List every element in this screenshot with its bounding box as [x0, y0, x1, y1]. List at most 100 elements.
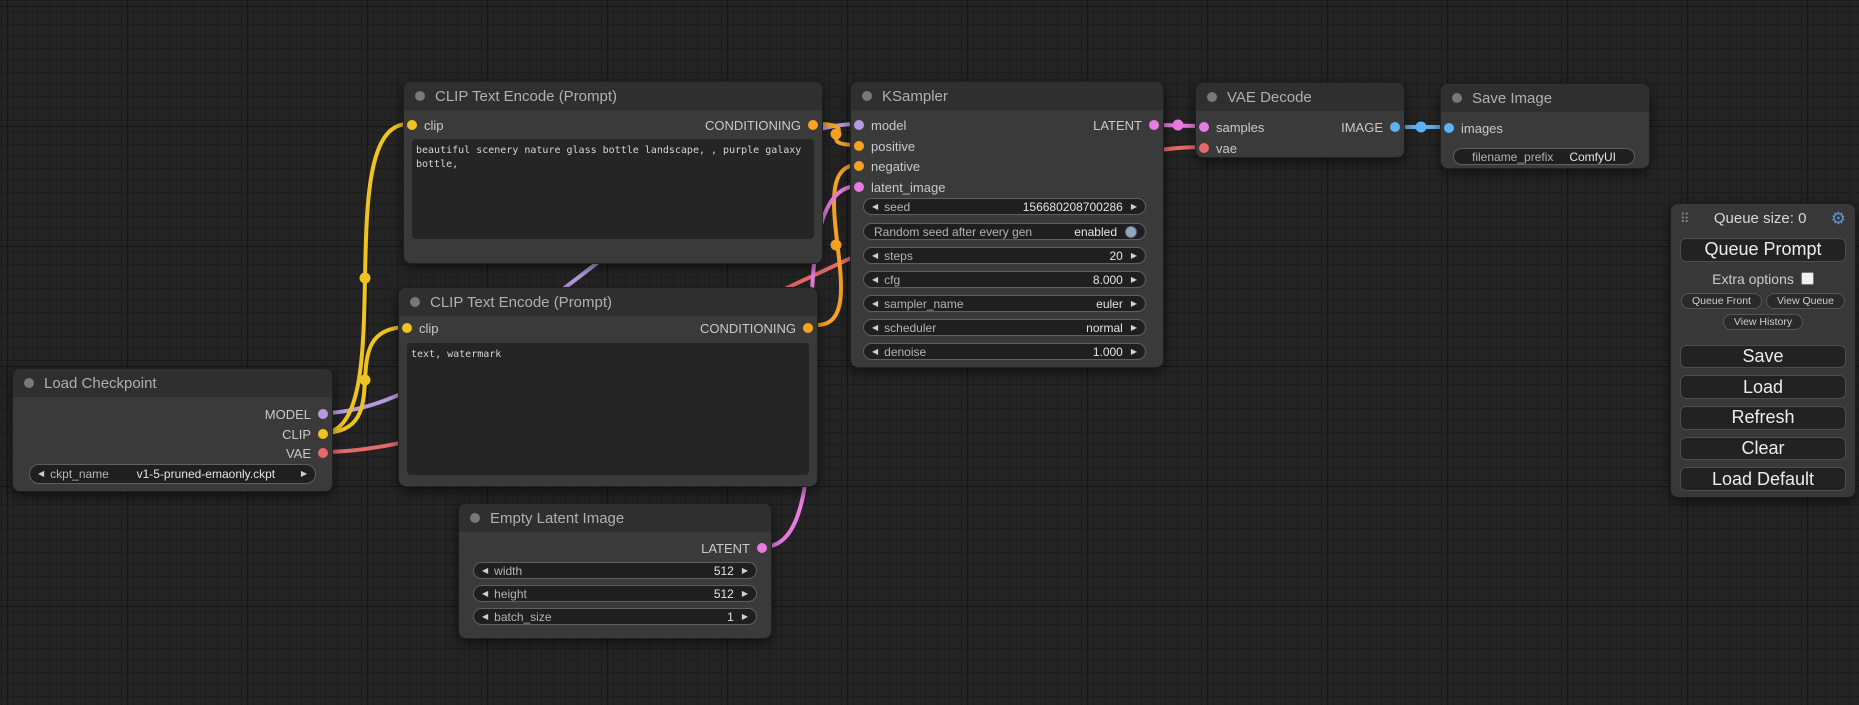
increment-arrow-icon[interactable]: ▶: [742, 590, 748, 598]
widget-value[interactable]: 512: [528, 564, 734, 578]
vae-port-icon[interactable]: [1199, 143, 1209, 153]
queue-prompt-button[interactable]: Queue Prompt: [1680, 238, 1846, 262]
widget-value[interactable]: 1: [558, 610, 734, 624]
steps-widget[interactable]: ◀ steps 20 ▶: [863, 247, 1146, 264]
collapse-dot-icon[interactable]: [415, 91, 425, 101]
increment-arrow-icon[interactable]: ▶: [1131, 276, 1137, 284]
clip-port-icon[interactable]: [318, 429, 328, 439]
gear-icon[interactable]: ⚙: [1831, 210, 1846, 227]
decrement-arrow-icon[interactable]: ◀: [872, 276, 878, 284]
increment-arrow-icon[interactable]: ▶: [742, 613, 748, 621]
ckpt-name-widget[interactable]: ◀ ckpt_name v1-5-pruned-emaonly.ckpt ▶: [29, 464, 316, 484]
node-ksampler[interactable]: KSampler model positive negative latent_…: [850, 81, 1164, 368]
image-port-icon[interactable]: [1444, 123, 1454, 133]
decrement-arrow-icon[interactable]: ◀: [482, 567, 488, 575]
load-default-button[interactable]: Load Default: [1680, 467, 1846, 491]
node-clip-text-encode-positive[interactable]: CLIP Text Encode (Prompt) clip CONDITION…: [403, 81, 823, 264]
height-widget[interactable]: ◀ height 512 ▶: [473, 585, 757, 602]
node-graph-canvas[interactable]: Load Checkpoint MODEL CLIP VAE ◀ ckpt_na…: [0, 0, 1859, 705]
output-port-conditioning[interactable]: CONDITIONING: [700, 320, 813, 336]
model-port-icon[interactable]: [854, 120, 864, 130]
input-port-images[interactable]: images: [1444, 120, 1503, 136]
widget-value[interactable]: euler: [970, 297, 1123, 311]
output-port-latent[interactable]: LATENT: [1093, 117, 1159, 133]
collapse-dot-icon[interactable]: [470, 513, 480, 523]
batch-size-widget[interactable]: ◀ batch_size 1 ▶: [473, 608, 757, 625]
clear-button[interactable]: Clear: [1680, 437, 1846, 461]
decrement-arrow-icon[interactable]: ◀: [872, 348, 878, 356]
output-port-vae[interactable]: VAE: [286, 445, 328, 461]
prompt-textarea[interactable]: text, watermark: [407, 343, 809, 475]
input-port-samples[interactable]: samples: [1199, 119, 1264, 135]
node-save-image[interactable]: Save Image images filename_prefix ComfyU…: [1440, 83, 1650, 169]
conditioning-port-icon[interactable]: [808, 120, 818, 130]
input-port-clip[interactable]: clip: [407, 117, 444, 133]
collapse-dot-icon[interactable]: [1452, 93, 1462, 103]
decrement-arrow-icon[interactable]: ◀: [872, 324, 878, 332]
input-port-positive[interactable]: positive: [854, 138, 915, 154]
input-port-vae[interactable]: vae: [1199, 140, 1237, 156]
node-title-bar[interactable]: VAE Decode: [1196, 83, 1404, 111]
node-vae-decode[interactable]: VAE Decode samples vae IMAGE: [1195, 82, 1405, 158]
increment-arrow-icon[interactable]: ▶: [1131, 348, 1137, 356]
decrement-arrow-icon[interactable]: ◀: [482, 613, 488, 621]
conditioning-port-icon[interactable]: [803, 323, 813, 333]
increment-arrow-icon[interactable]: ▶: [1131, 203, 1137, 211]
view-history-button[interactable]: View History: [1723, 314, 1803, 330]
increment-arrow-icon[interactable]: ▶: [1131, 252, 1137, 260]
decrement-arrow-icon[interactable]: ◀: [38, 470, 44, 478]
widget-value[interactable]: 1.000: [932, 345, 1123, 359]
extra-options-checkbox[interactable]: [1801, 272, 1814, 285]
node-title-bar[interactable]: CLIP Text Encode (Prompt): [399, 288, 817, 316]
prompt-textarea[interactable]: beautiful scenery nature glass bottle la…: [412, 139, 814, 239]
random-seed-toggle-widget[interactable]: Random seed after every gen enabled: [863, 223, 1146, 240]
clip-port-icon[interactable]: [407, 120, 417, 130]
increment-arrow-icon[interactable]: ▶: [1131, 324, 1137, 332]
decrement-arrow-icon[interactable]: ◀: [872, 252, 878, 260]
sampler-name-widget[interactable]: ◀ sampler_name euler ▶: [863, 295, 1146, 312]
latent-port-icon[interactable]: [854, 182, 864, 192]
refresh-button[interactable]: Refresh: [1680, 406, 1846, 430]
latent-port-icon[interactable]: [757, 543, 767, 553]
input-port-latent-image[interactable]: latent_image: [854, 179, 945, 195]
scheduler-widget[interactable]: ◀ scheduler normal ▶: [863, 319, 1146, 336]
widget-value[interactable]: 8.000: [906, 273, 1123, 287]
queue-front-button[interactable]: Queue Front: [1681, 293, 1762, 309]
input-port-model[interactable]: model: [854, 117, 906, 133]
collapse-dot-icon[interactable]: [862, 91, 872, 101]
drag-handle-icon[interactable]: ⠿: [1680, 212, 1690, 225]
output-port-image[interactable]: IMAGE: [1341, 119, 1400, 135]
filename-prefix-widget[interactable]: filename_prefix ComfyUI: [1453, 148, 1635, 165]
clip-port-icon[interactable]: [402, 323, 412, 333]
node-empty-latent-image[interactable]: Empty Latent Image LATENT ◀ width 512 ▶ …: [458, 503, 772, 639]
toggle-on-icon[interactable]: [1125, 226, 1137, 238]
widget-value[interactable]: 20: [919, 249, 1123, 263]
node-clip-text-encode-negative[interactable]: CLIP Text Encode (Prompt) clip CONDITION…: [398, 287, 818, 487]
decrement-arrow-icon[interactable]: ◀: [482, 590, 488, 598]
output-port-latent[interactable]: LATENT: [701, 540, 767, 556]
collapse-dot-icon[interactable]: [1207, 92, 1217, 102]
widget-value[interactable]: v1-5-pruned-emaonly.ckpt: [115, 467, 297, 481]
node-title-bar[interactable]: CLIP Text Encode (Prompt): [404, 82, 822, 110]
vae-port-icon[interactable]: [318, 448, 328, 458]
output-port-conditioning[interactable]: CONDITIONING: [705, 117, 818, 133]
view-queue-button[interactable]: View Queue: [1766, 293, 1845, 309]
width-widget[interactable]: ◀ width 512 ▶: [473, 562, 757, 579]
conditioning-port-icon[interactable]: [854, 161, 864, 171]
widget-value[interactable]: normal: [942, 321, 1123, 335]
latent-port-icon[interactable]: [1199, 122, 1209, 132]
cfg-widget[interactable]: ◀ cfg 8.000 ▶: [863, 271, 1146, 288]
node-load-checkpoint[interactable]: Load Checkpoint MODEL CLIP VAE ◀ ckpt_na…: [12, 368, 333, 492]
output-port-clip[interactable]: CLIP: [282, 426, 328, 442]
node-title-bar[interactable]: KSampler: [851, 82, 1163, 110]
increment-arrow-icon[interactable]: ▶: [1131, 300, 1137, 308]
widget-value[interactable]: 156680208700286: [916, 200, 1123, 214]
collapse-dot-icon[interactable]: [410, 297, 420, 307]
input-port-negative[interactable]: negative: [854, 158, 920, 174]
widget-value[interactable]: 512: [533, 587, 734, 601]
image-port-icon[interactable]: [1390, 122, 1400, 132]
denoise-widget[interactable]: ◀ denoise 1.000 ▶: [863, 343, 1146, 360]
input-port-clip[interactable]: clip: [402, 320, 439, 336]
widget-value[interactable]: ComfyUI: [1569, 150, 1616, 164]
collapse-dot-icon[interactable]: [24, 378, 34, 388]
